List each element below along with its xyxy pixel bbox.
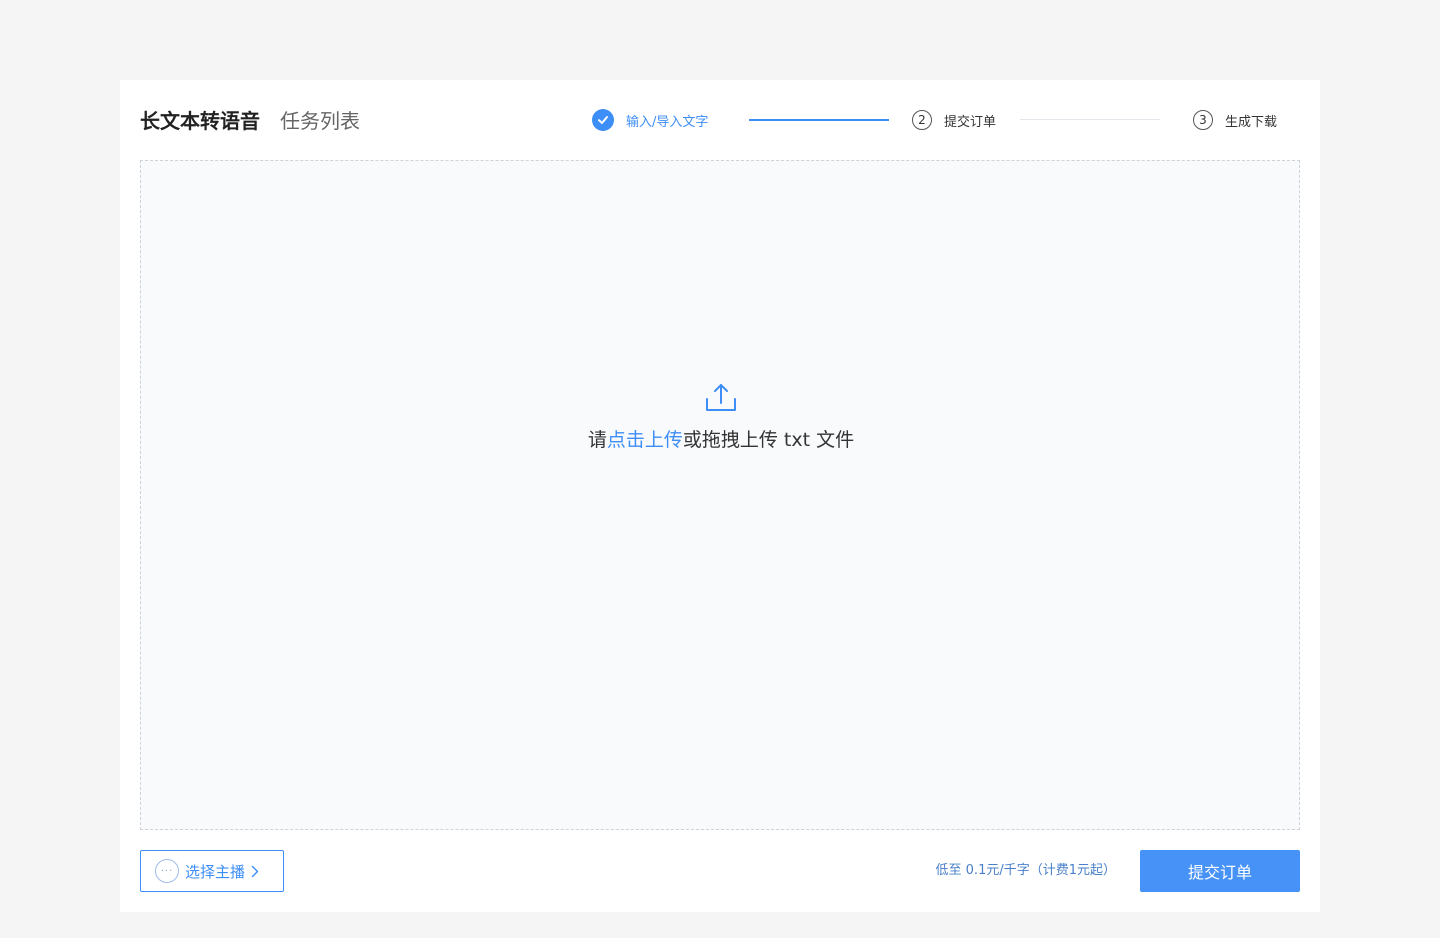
step-submit-order: 2 提交订单 [912,106,996,134]
click-upload-link[interactable]: 点击上传 [607,429,683,451]
upload-dropzone[interactable]: 请点击上传或拖拽上传 txt 文件 [140,160,1300,830]
upload-prefix: 请 [587,429,607,451]
tab-task-list[interactable]: 任务列表 [280,107,360,135]
more-dots-icon: ··· [155,859,179,883]
upload-suffix: 或拖拽上传 txt 文件 [682,429,855,451]
chevron-right-icon [251,865,259,878]
step-number: 2 [912,110,932,130]
upload-icon [704,381,738,415]
upload-instructions: 请点击上传或拖拽上传 txt 文件 [141,425,1301,455]
step-label: 提交订单 [944,114,997,130]
check-icon [592,109,614,131]
step-generate-download: 3 生成下载 [1193,106,1277,134]
step-input-text: 输入/导入文字 [592,106,708,134]
select-anchor-label: 选择主播 [185,862,246,881]
step-label: 生成下载 [1225,114,1278,130]
select-anchor-button[interactable]: ··· 选择主播 [140,850,284,892]
header: 长文本转语音 任务列表 输入/导入文字 2 提交订单 3 生成下载 [120,80,1320,160]
price-note: 低至 0.1元/千字（计费1元起） [935,863,1116,878]
step-label: 输入/导入文字 [626,114,709,130]
stepper: 输入/导入文字 2 提交订单 3 生成下载 [592,106,1292,134]
step-connector-pending [1020,119,1160,120]
step-connector-done [749,119,889,121]
main-card: 长文本转语音 任务列表 输入/导入文字 2 提交订单 3 生成下载 请点击上传或… [120,80,1320,912]
step-number: 3 [1193,110,1213,130]
submit-order-button[interactable]: 提交订单 [1140,850,1300,892]
tab-long-text-to-speech[interactable]: 长文本转语音 [140,107,260,135]
